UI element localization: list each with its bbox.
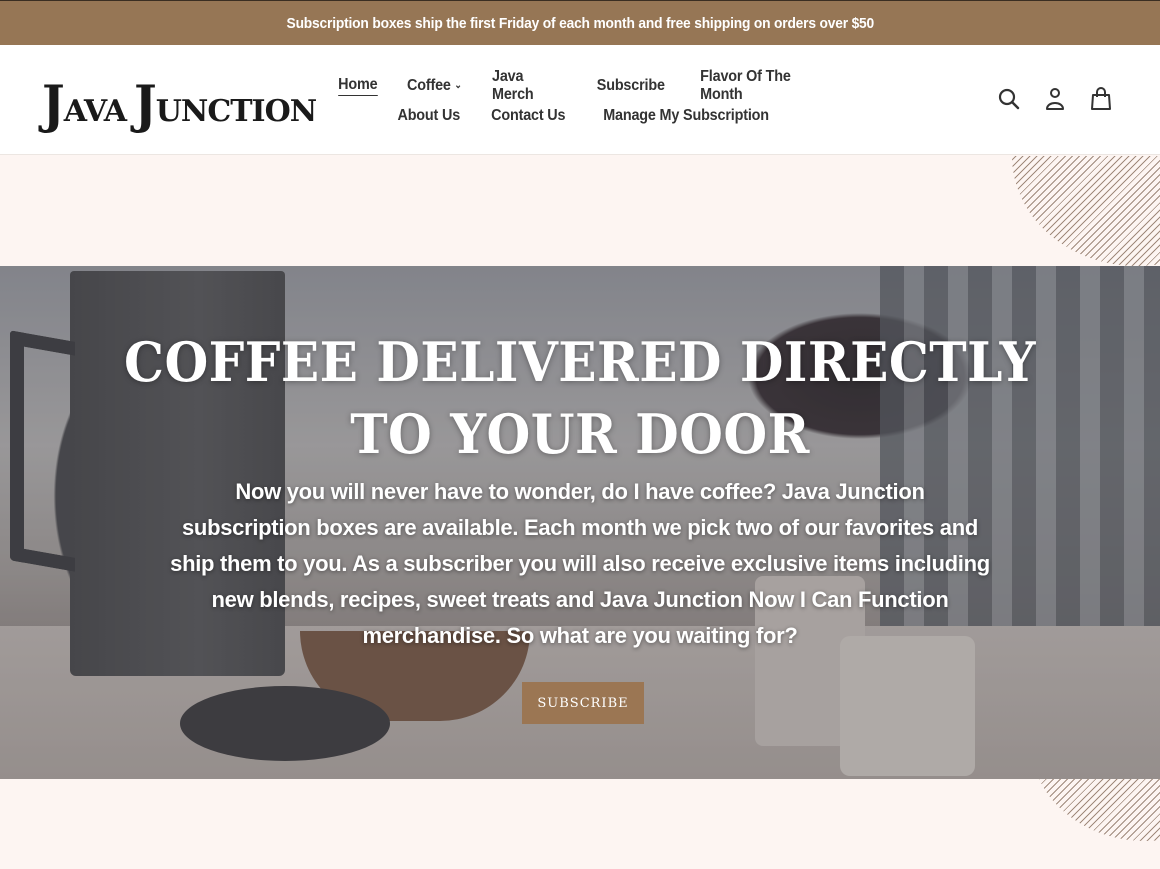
site-header: J AVA J UNCTION Home Coffee ⌄ Java Merch …: [0, 45, 1160, 155]
decorative-band-top: [0, 156, 1160, 266]
announcement-text: Subscription boxes ship the first Friday…: [286, 14, 874, 32]
main-nav: Home Coffee ⌄ Java Merch Subscribe Flavor…: [336, 68, 836, 131]
hatched-circle-decoration: [1030, 779, 1160, 841]
nav-item-coffee[interactable]: Coffee ⌄: [407, 77, 462, 95]
nav-item-flavor-of-the-month[interactable]: Flavor Of The Month: [700, 68, 829, 104]
hero-description: Now you will never have to wonder, do I …: [170, 479, 990, 648]
decorative-band-bottom: [0, 779, 1160, 869]
hero-title: COFFEE DELIVERED DIRECTLY TO YOUR DOOR: [124, 330, 1036, 466]
subscribe-button[interactable]: SUBSCRIBE: [522, 682, 644, 724]
nav-item-subscribe[interactable]: Subscribe: [597, 77, 665, 95]
announcement-bar: Subscription boxes ship the first Friday…: [0, 0, 1160, 45]
header-icons: [996, 85, 1114, 113]
hatched-circle-decoration: [1012, 156, 1160, 266]
hero-banner: COFFEE DELIVERED DIRECTLY TO YOUR DOOR N…: [0, 266, 1160, 779]
nav-item-java-merch[interactable]: Java Merch: [492, 68, 564, 104]
nav-row-2: About Us Contact Us Manage My Subscripti…: [336, 101, 836, 131]
nav-item-contact-us[interactable]: Contact Us: [492, 107, 566, 125]
logo-word-java: J AVA: [42, 74, 127, 136]
cart-icon[interactable]: [1088, 85, 1114, 113]
nav-item-manage-subscription[interactable]: Manage My Subscription: [603, 107, 769, 125]
chevron-down-icon: ⌄: [454, 80, 462, 91]
nav-row-1: Home Coffee ⌄ Java Merch Subscribe Flavor…: [336, 68, 836, 104]
logo-word-junction: J UNCTION: [134, 74, 317, 136]
account-icon[interactable]: [1042, 85, 1068, 113]
site-logo[interactable]: J AVA J UNCTION: [42, 73, 317, 136]
search-icon[interactable]: [996, 85, 1022, 113]
nav-item-home[interactable]: Home: [338, 76, 378, 96]
nav-item-about-us[interactable]: About Us: [397, 107, 460, 125]
hero-content: COFFEE DELIVERED DIRECTLY TO YOUR DOOR N…: [0, 266, 1160, 779]
